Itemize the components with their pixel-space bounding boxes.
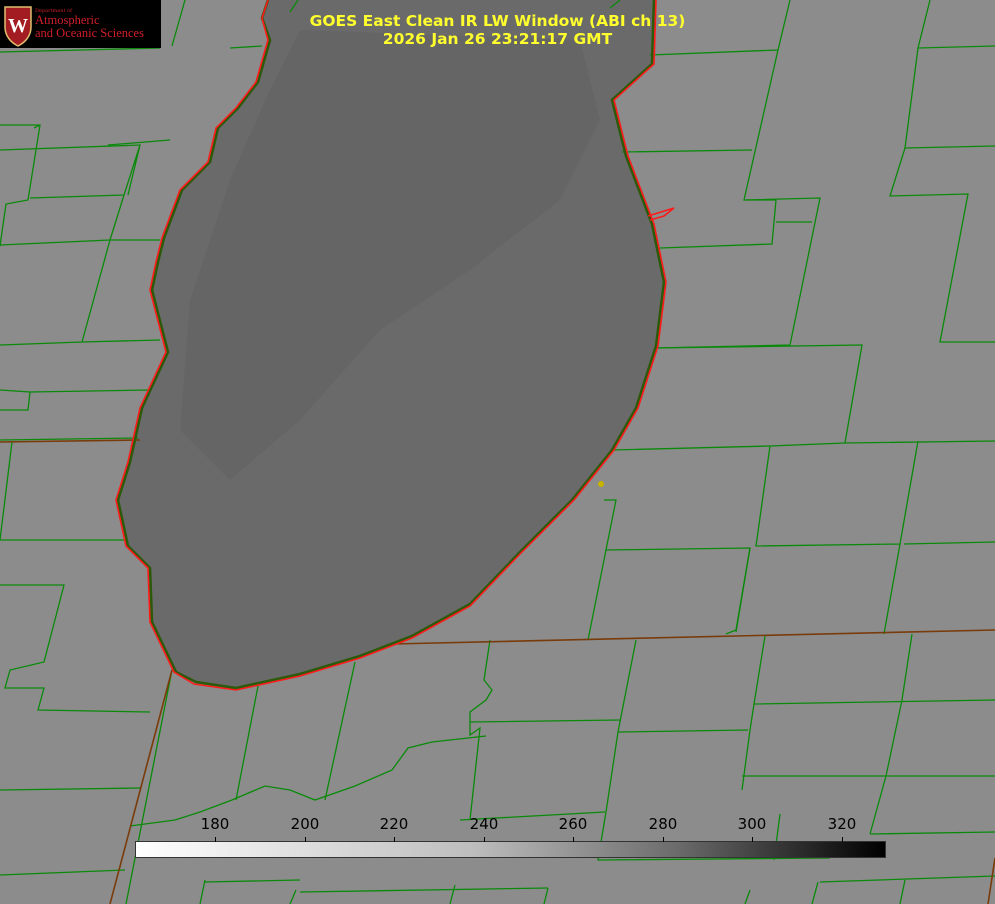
colorbar-tick-mark — [484, 837, 485, 842]
colorbar-tick-label: 320 — [827, 815, 857, 833]
colorbar-tick-mark — [305, 837, 306, 842]
colorbar-tick-label: 240 — [469, 815, 499, 833]
map-canvas — [0, 0, 995, 904]
satellite-image: W Department of Atmospheric and Oceanic … — [0, 0, 995, 904]
image-timestamp: 2026 Jan 26 23:21:17 GMT — [382, 30, 613, 48]
image-title: GOES East Clean IR LW Window (ABI ch 13) — [309, 12, 686, 30]
colorbar-tick-mark — [215, 837, 216, 842]
location-marker — [598, 481, 604, 487]
colorbar-tick-label: 200 — [290, 815, 320, 833]
colorbar-tick-label: 180 — [200, 815, 230, 833]
colorbar-tick-mark — [842, 837, 843, 842]
colorbar — [135, 841, 886, 858]
colorbar-tick-mark — [394, 837, 395, 842]
colorbar-tick-label: 260 — [558, 815, 588, 833]
colorbar-tick-label: 280 — [648, 815, 678, 833]
colorbar-tick-label: 220 — [379, 815, 409, 833]
colorbar-tick-mark — [752, 837, 753, 842]
colorbar-tick-label: 300 — [737, 815, 767, 833]
colorbar-tick-mark — [663, 837, 664, 842]
colorbar-tick-mark — [573, 837, 574, 842]
